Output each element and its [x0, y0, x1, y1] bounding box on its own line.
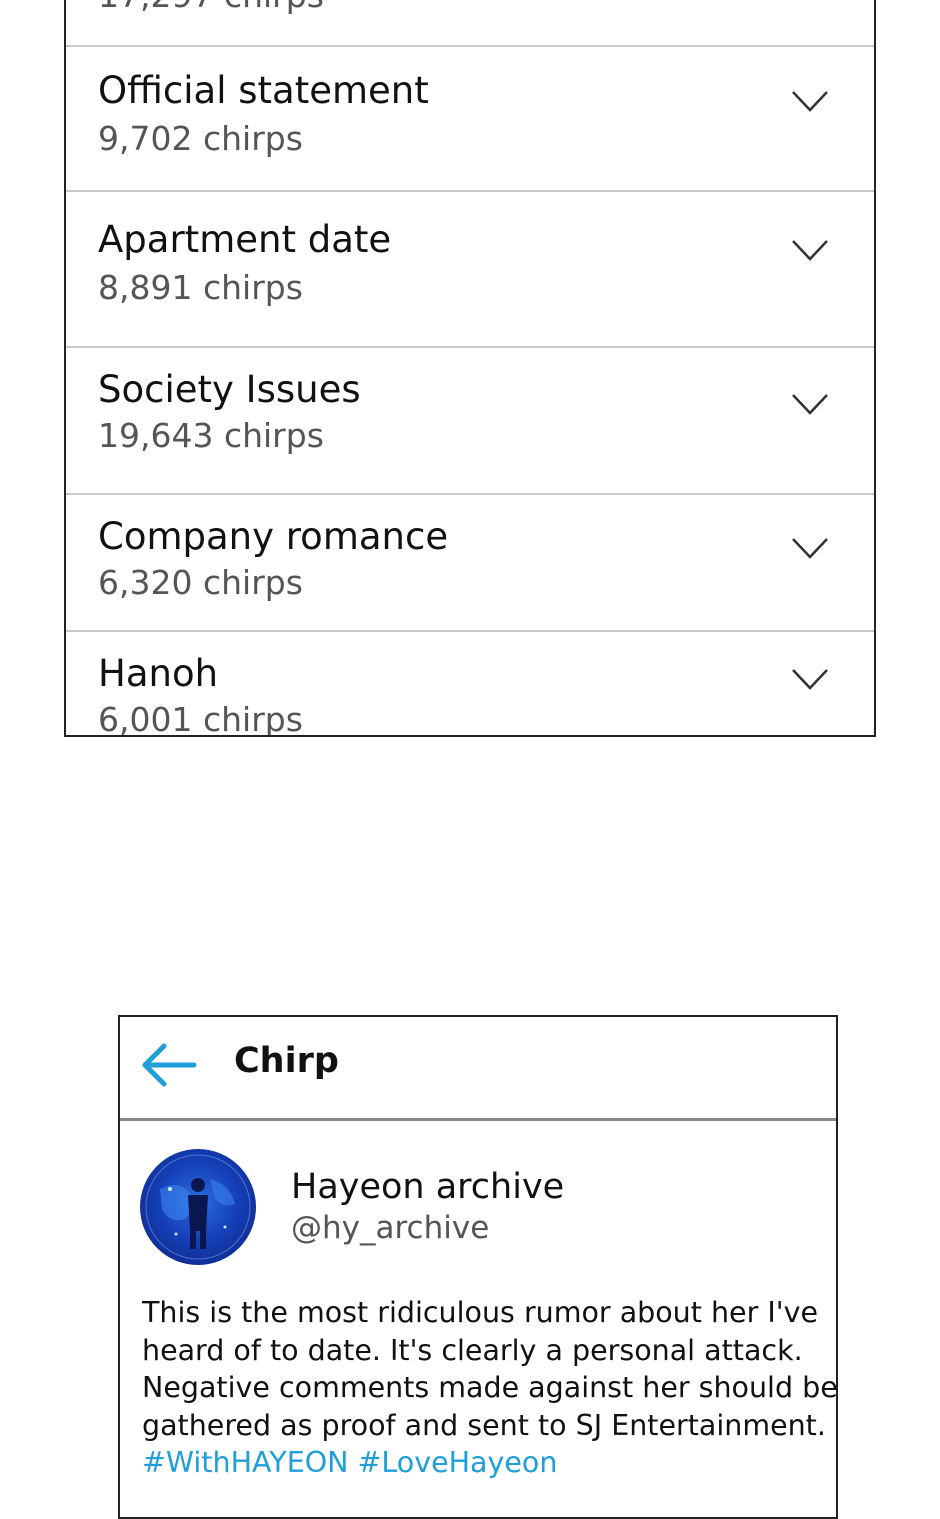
trending-list: 17,297 chirps Official statement 9,702 c…	[64, 0, 876, 737]
trend-item-official-statement[interactable]: Official statement 9,702 chirps	[66, 47, 874, 190]
trend-item-title: Hanoh	[98, 652, 219, 695]
trend-item-count: 6,320 chirps	[98, 563, 303, 602]
chirp-text: This is the most ridiculous rumor about …	[142, 1294, 838, 1482]
trend-item-apartment-date[interactable]: Apartment date 8,891 chirps	[66, 192, 874, 346]
chirp-text-line: Negative comments made against her shoul…	[142, 1371, 838, 1404]
author-name[interactable]: Hayeon archive	[291, 1167, 564, 1207]
chirp-text-line: heard of to date. It's clearly a persona…	[142, 1333, 803, 1367]
chirp-header: Chirp	[120, 1017, 836, 1119]
author-handle[interactable]: @hy_archive	[291, 1210, 489, 1246]
chevron-down-icon[interactable]	[790, 88, 830, 114]
trend-item-count: 6,001 chirps	[98, 700, 303, 737]
chevron-down-icon[interactable]	[790, 237, 830, 263]
divider	[120, 1118, 836, 1121]
trend-item-count: 8,891 chirps	[98, 268, 303, 307]
trend-item-hanoh[interactable]: Hanoh 6,001 chirps	[66, 632, 874, 737]
chirp-card: Chirp Hayeon archive @hy_archive This is…	[118, 1015, 838, 1519]
trend-item-society-issues[interactable]: Society Issues 19,643 chirps	[66, 348, 874, 493]
chirp-text-line: gathered as proof and sent to SJ Enterta…	[142, 1408, 826, 1442]
chirp-text-line: This is the most ridiculous rumor about …	[142, 1296, 818, 1329]
arrow-left-icon[interactable]	[140, 1041, 198, 1089]
chevron-down-icon[interactable]	[790, 535, 830, 561]
trend-item-count: 17,297 chirps	[98, 0, 324, 15]
page-title: Chirp	[234, 1041, 339, 1081]
chevron-down-icon[interactable]	[790, 391, 830, 417]
trend-item-title: Official statement	[98, 69, 429, 112]
chevron-down-icon[interactable]	[790, 666, 830, 692]
trend-item-title: Company romance	[98, 515, 449, 558]
trend-item-cut[interactable]: 17,297 chirps	[66, 0, 874, 46]
hashtag-links[interactable]: #WithHAYEON #LoveHayeon	[142, 1444, 832, 1482]
avatar-image	[145, 1154, 251, 1260]
trend-item-count: 19,643 chirps	[98, 416, 324, 455]
trend-item-count: 9,702 chirps	[98, 119, 303, 158]
trend-item-company-romance[interactable]: Company romance 6,320 chirps	[66, 495, 874, 632]
trend-item-title: Apartment date	[98, 218, 392, 261]
avatar[interactable]	[140, 1149, 256, 1265]
trend-item-title: Society Issues	[98, 368, 361, 411]
